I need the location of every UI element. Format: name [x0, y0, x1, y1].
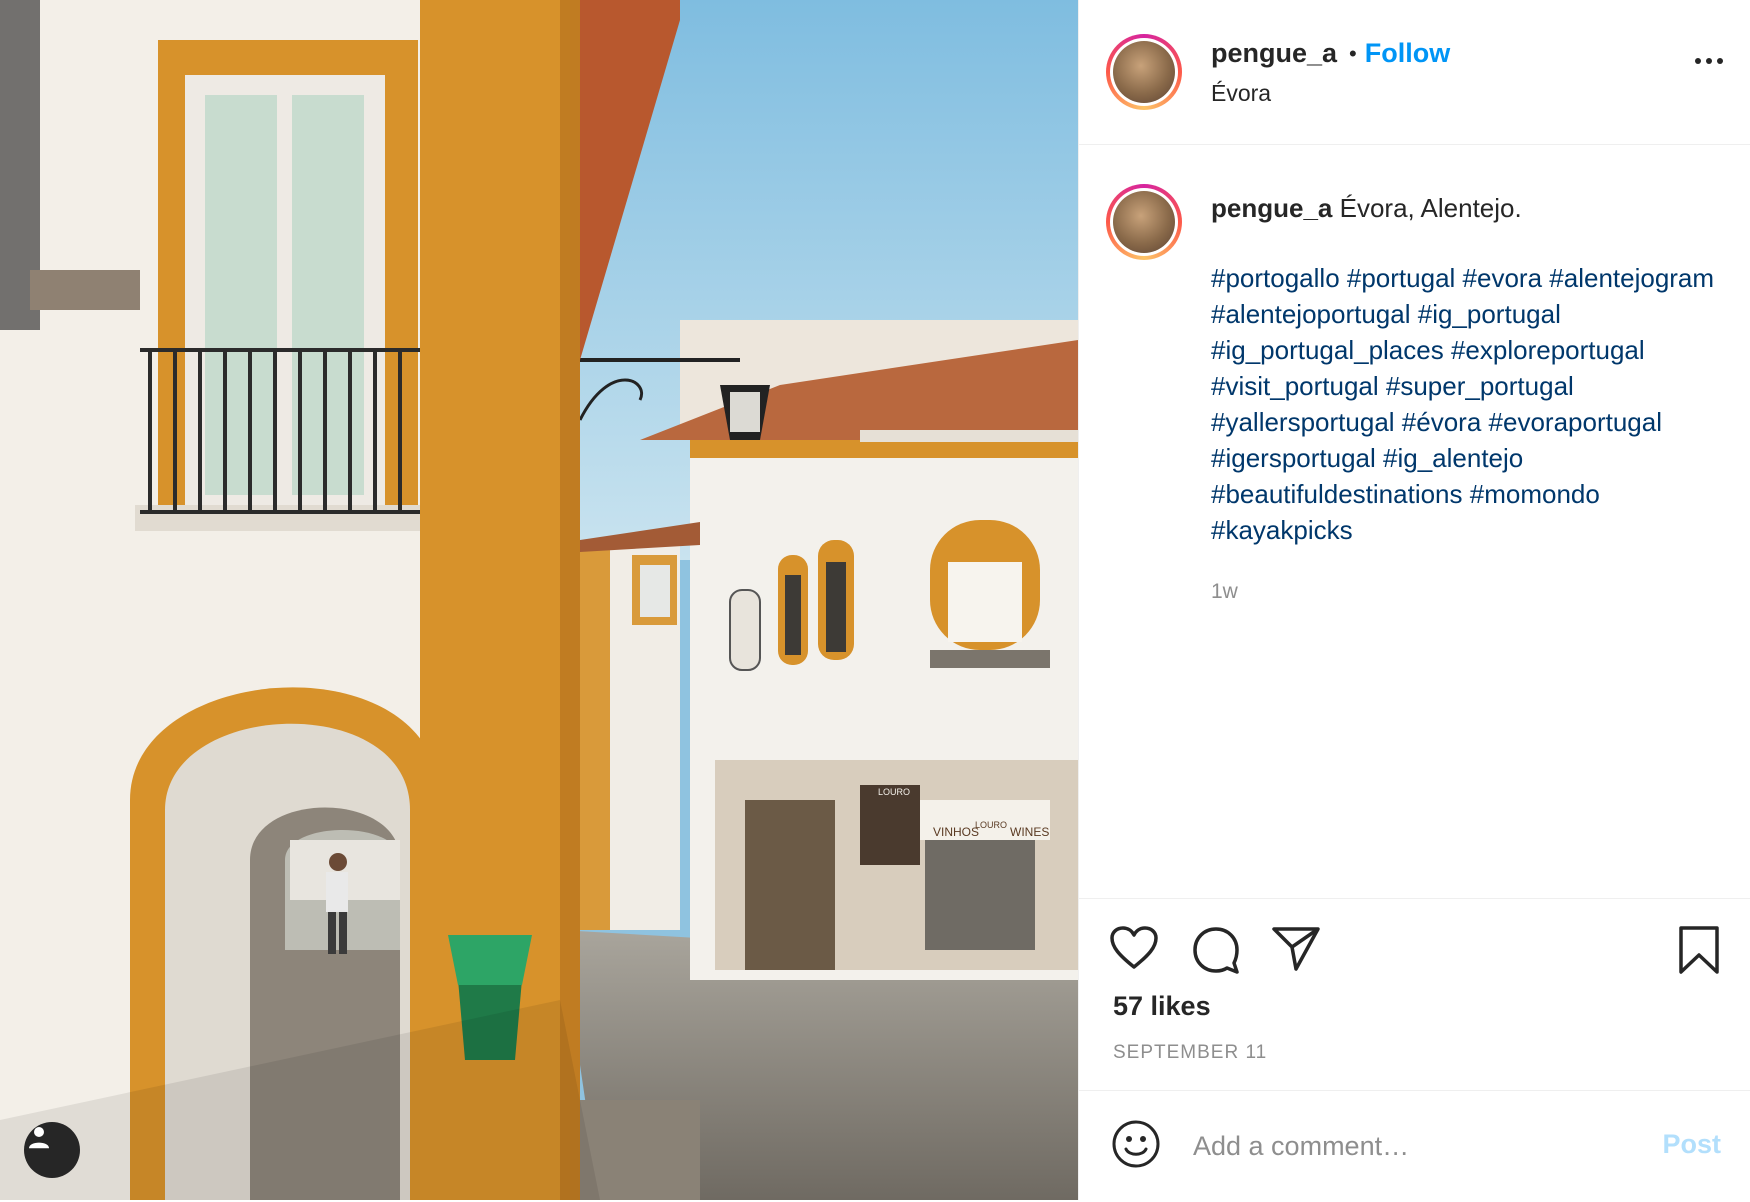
hashtag-link[interactable]: #yallersportugal	[1211, 407, 1395, 437]
comment-form: Post	[1079, 1090, 1750, 1201]
comment-icon	[1193, 927, 1239, 974]
hashtag-link[interactable]: #visit_portugal	[1211, 371, 1379, 401]
caption: pengue_a Évora, Alentejo. #portogallo #p…	[1211, 190, 1721, 548]
caption-text: Évora, Alentejo.	[1339, 193, 1522, 223]
street-scene-illustration: VINHOS LOURO WINES LOURO	[0, 0, 1078, 1200]
hashtag-link[interactable]: #kayakpicks	[1211, 515, 1353, 545]
hashtag-link[interactable]: #evoraportugal	[1489, 407, 1662, 437]
comment-button[interactable]	[1191, 925, 1241, 980]
caption-timestamp[interactable]: 1w	[1211, 580, 1238, 604]
more-options-button[interactable]	[1695, 58, 1723, 64]
action-bar: 57 likes SEPTEMBER 11	[1079, 898, 1750, 1091]
hashtag-link[interactable]: #portogallo	[1211, 263, 1340, 293]
share-icon	[1272, 927, 1320, 971]
post-date: SEPTEMBER 11	[1113, 1042, 1268, 1063]
comment-input[interactable]	[1191, 1123, 1625, 1169]
header-username[interactable]: pengue_a	[1211, 38, 1337, 69]
hashtag-link[interactable]: #ig_portugal	[1418, 299, 1561, 329]
location-link[interactable]: Évora	[1211, 80, 1271, 107]
hashtag-link[interactable]: #beautifuldestinations	[1211, 479, 1463, 509]
separator-dot: •	[1349, 40, 1357, 66]
emoji-icon	[1112, 1120, 1160, 1168]
hashtag-link[interactable]: #super_portugal	[1386, 371, 1574, 401]
emoji-button[interactable]	[1111, 1119, 1161, 1174]
hashtag-link[interactable]: #ig_portugal_places	[1211, 335, 1444, 365]
shop-sign-wines: WINES	[1010, 825, 1049, 839]
save-button[interactable]	[1677, 925, 1721, 980]
bookmark-icon	[1679, 926, 1719, 974]
shop-sign-louro: LOURO	[975, 820, 1007, 830]
share-button[interactable]	[1271, 925, 1321, 978]
like-button[interactable]	[1109, 925, 1159, 976]
likes-count[interactable]: 57 likes	[1113, 991, 1211, 1022]
caption-username[interactable]: pengue_a	[1211, 193, 1332, 223]
post-photo[interactable]: VINHOS LOURO WINES LOURO	[0, 0, 1078, 1200]
post-header: pengue_a • Follow Évora	[1079, 0, 1750, 145]
user-tag-icon	[29, 1127, 49, 1149]
hashtag-link[interactable]: #exploreportugal	[1451, 335, 1645, 365]
shop-sign-vinhos: VINHOS	[933, 825, 979, 839]
follow-button[interactable]: Follow	[1365, 38, 1450, 69]
hashtag-link[interactable]: #evora	[1463, 263, 1543, 293]
post-comment-button[interactable]: Post	[1662, 1129, 1721, 1160]
heart-icon	[1110, 926, 1158, 969]
user-tag-button[interactable]	[24, 1122, 80, 1178]
more-icon	[1695, 58, 1701, 64]
caption-avatar[interactable]	[1106, 184, 1182, 260]
hashtag-link[interactable]: #momondo	[1470, 479, 1600, 509]
hashtag-link[interactable]: #igersportugal	[1211, 443, 1376, 473]
hashtag-link[interactable]: #alentejoportugal	[1211, 299, 1411, 329]
hashtag-list: #portogallo #portugal #evora #alentejogr…	[1211, 260, 1721, 548]
hashtag-link[interactable]: #alentejogram	[1549, 263, 1714, 293]
shop-plaque: LOURO	[878, 787, 910, 797]
hashtag-link[interactable]: #évora	[1402, 407, 1482, 437]
hashtag-link[interactable]: #ig_alentejo	[1383, 443, 1523, 473]
hashtag-link[interactable]: #portugal	[1347, 263, 1455, 293]
post-panel: pengue_a • Follow Évora pengue_a Évora, …	[1078, 0, 1750, 1200]
avatar[interactable]	[1106, 34, 1182, 110]
header-user-row: pengue_a • Follow	[1211, 38, 1450, 69]
